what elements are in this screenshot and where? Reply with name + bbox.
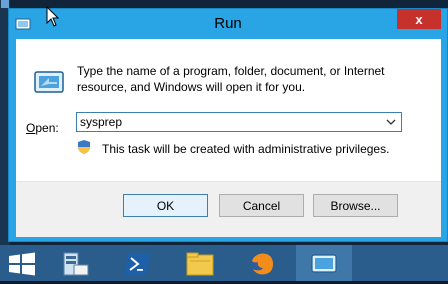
window-title: Run <box>214 15 242 32</box>
dialog-body: Type the name of a program, folder, docu… <box>16 39 441 237</box>
run-icon <box>311 254 337 273</box>
mouse-cursor-icon <box>46 6 60 27</box>
server-manager-icon[interactable] <box>60 249 92 279</box>
ok-button[interactable]: OK <box>123 194 208 217</box>
cancel-button[interactable]: Cancel <box>219 194 304 217</box>
powershell-icon[interactable] <box>122 249 154 279</box>
open-combobox[interactable] <box>76 112 402 132</box>
file-explorer-icon[interactable] <box>184 249 216 279</box>
open-label: Open: <box>26 121 59 135</box>
admin-privileges-notice: This task will be created with administr… <box>102 142 390 156</box>
title-bar[interactable]: Run x <box>9 9 447 39</box>
start-icon[interactable] <box>6 249 38 279</box>
firefox-icon[interactable] <box>246 249 278 279</box>
button-bar: OK Cancel Browse... <box>16 181 441 237</box>
uac-shield-icon <box>78 140 90 154</box>
chevron-down-icon[interactable] <box>381 113 401 131</box>
dialog-description: Type the name of a program, folder, docu… <box>77 64 385 94</box>
taskbar-run-button[interactable] <box>296 245 352 281</box>
run-program-icon <box>34 71 64 93</box>
taskbar <box>0 245 448 281</box>
browse-button[interactable]: Browse... <box>313 194 398 217</box>
open-input[interactable] <box>77 113 380 131</box>
close-button[interactable]: x <box>397 9 441 29</box>
run-dialog: Run x Type the name of a program, folder… <box>8 8 448 242</box>
desktop-shortcut-icon[interactable] <box>1 0 9 8</box>
